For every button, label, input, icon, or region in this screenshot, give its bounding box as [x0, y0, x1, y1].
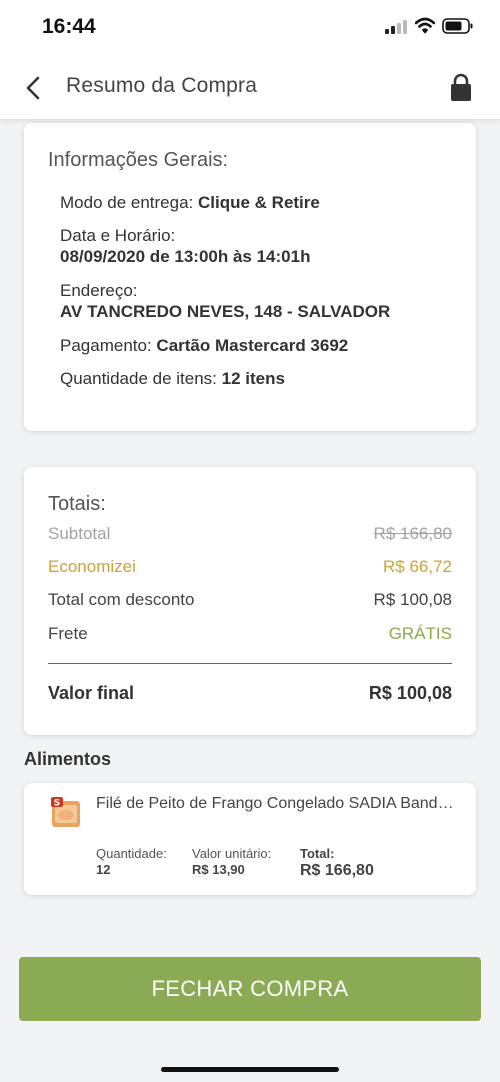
item-quantity-value: 12 itens: [221, 369, 285, 388]
datetime-label: Data e Horário:: [60, 226, 176, 245]
subtotal-label: Subtotal: [48, 524, 111, 543]
shipping-value: GRÁTIS: [388, 624, 452, 643]
subtotal-value: R$ 166,80: [373, 524, 452, 543]
totals-divider: [48, 663, 452, 664]
wifi-icon: [415, 17, 435, 34]
home-indicator: [161, 1067, 339, 1072]
discounted-total-row: Total com desconto R$ 100,08: [48, 590, 452, 612]
shipping-label: Frete: [48, 624, 88, 643]
payment-value: Cartão Mastercard 3692: [156, 336, 349, 355]
general-info-card: Informações Gerais: Modo de entrega: Cli…: [24, 123, 476, 431]
product-thumbnail: S: [51, 797, 80, 827]
savings-row: Economizei R$ 66,72: [48, 557, 452, 579]
product-quantity-value: 12: [96, 862, 111, 877]
final-value-amount: R$ 100,08: [368, 683, 452, 703]
product-unit-price: Valor unitário: R$ 13,90: [192, 846, 271, 877]
product-total: Total: R$ 166,80: [300, 846, 374, 880]
item-quantity-label: Quantidade de itens:: [60, 369, 217, 388]
product-quantity: Quantidade: 12: [96, 846, 167, 877]
category-title: Alimentos: [24, 749, 112, 769]
shipping-row: Frete GRÁTIS: [48, 624, 452, 646]
delivery-mode-label: Modo de entrega:: [60, 193, 194, 212]
address-label: Endereço:: [60, 281, 138, 300]
page-title: Resumo da Compra: [66, 74, 258, 97]
checkout-button[interactable]: FECHAR COMPRA: [19, 957, 481, 1021]
chevron-left-icon[interactable]: [22, 74, 46, 102]
savings-value: R$ 66,72: [383, 557, 452, 576]
svg-text:S: S: [54, 799, 60, 809]
subtotal-row: Subtotal R$ 166,80: [48, 524, 452, 546]
final-value-row: Valor final R$ 100,08: [48, 683, 452, 705]
datetime-line: Data e Horário: 08/09/2020 de 13:00h às …: [60, 225, 310, 267]
product-quantity-label: Quantidade:: [96, 846, 167, 861]
discounted-total-label: Total com desconto: [48, 590, 195, 609]
status-bar: 16:44: [0, 0, 500, 56]
general-info-heading: Informações Gerais:: [48, 149, 229, 171]
cellular-signal-icon: [385, 20, 409, 34]
product-name: Filé de Peito de Frango Congelado SADIA …: [96, 795, 462, 812]
battery-icon: [442, 18, 473, 34]
payment-line: Pagamento: Cartão Mastercard 3692: [60, 335, 348, 356]
delivery-mode-line: Modo de entrega: Clique & Retire: [60, 192, 320, 213]
address-value: AV TANCREDO NEVES, 148 - SALVADOR: [60, 302, 391, 321]
discounted-total-value: R$ 100,08: [373, 590, 452, 609]
address-line: Endereço: AV TANCREDO NEVES, 148 - SALVA…: [60, 280, 390, 322]
product-total-value: R$ 166,80: [300, 862, 374, 879]
datetime-value: 08/09/2020 de 13:00h às 14:01h: [60, 247, 311, 266]
item-quantity-line: Quantidade de itens: 12 itens: [60, 368, 285, 389]
product-unit-price-label: Valor unitário:: [192, 846, 272, 861]
nav-bar: Resumo da Compra: [0, 56, 500, 120]
payment-label: Pagamento:: [60, 336, 152, 355]
totals-heading: Totais:: [48, 493, 106, 515]
product-card[interactable]: S Filé de Peito de Frango Congelado SADI…: [24, 783, 476, 895]
totals-card: Totais: Subtotal R$ 166,80 Economizei R$…: [24, 467, 476, 735]
product-total-label: Total:: [300, 846, 335, 861]
final-value-label: Valor final: [48, 683, 135, 703]
lock-icon: [451, 73, 471, 101]
delivery-mode-value: Clique & Retire: [198, 193, 320, 212]
status-time: 16:44: [42, 15, 96, 38]
savings-label: Economizei: [48, 557, 136, 576]
product-unit-price-value: R$ 13,90: [192, 862, 245, 877]
